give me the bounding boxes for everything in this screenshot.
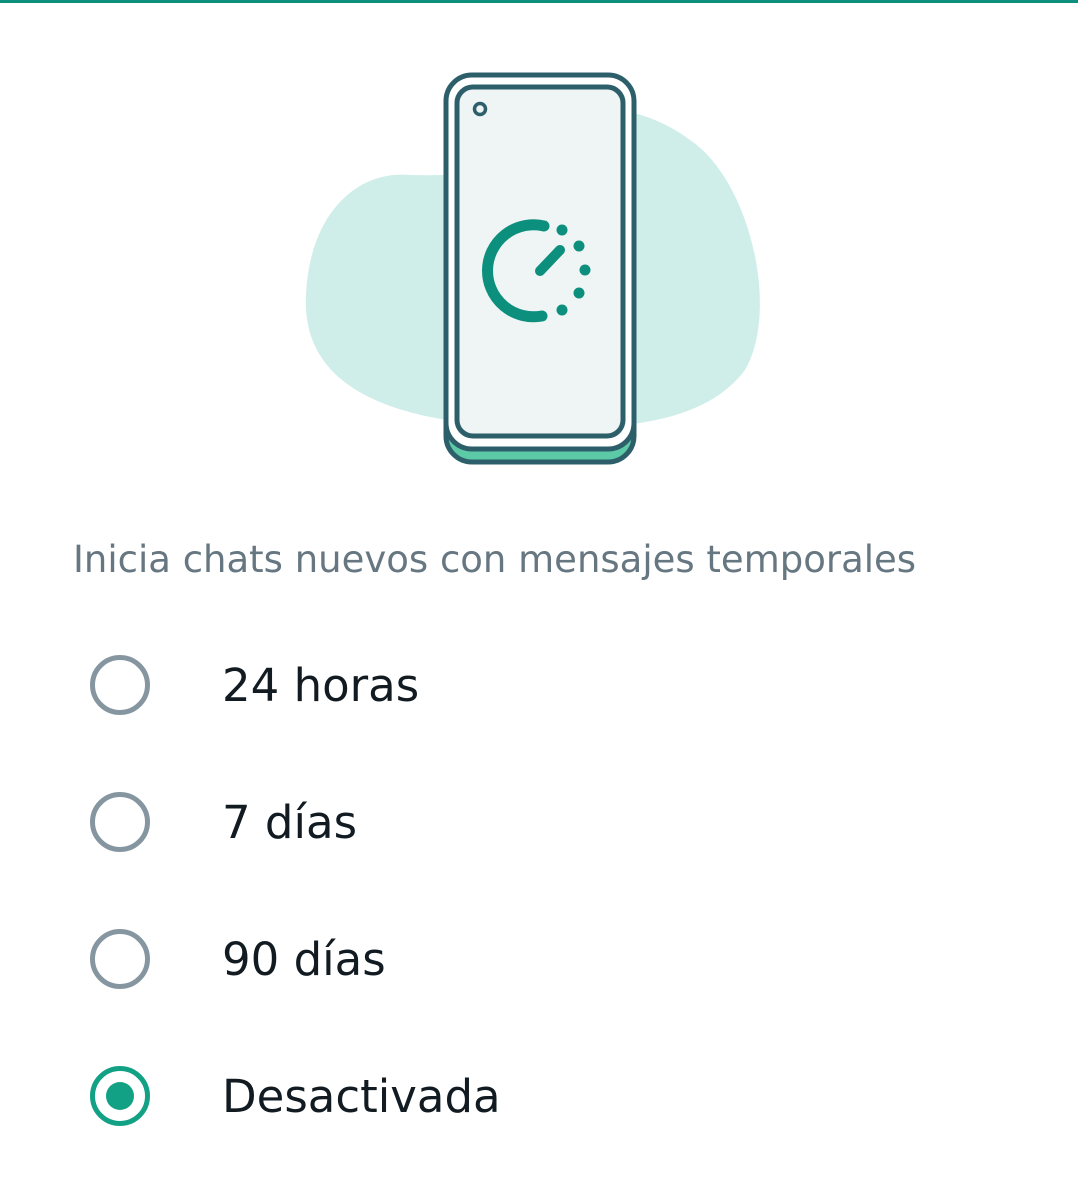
option-label: 24 horas <box>222 659 420 712</box>
option-label: 7 días <box>222 796 358 849</box>
radio-button-unchecked[interactable] <box>90 929 150 989</box>
radio-button-checked[interactable] <box>90 1066 150 1126</box>
top-divider <box>0 0 1078 3</box>
timer-phone-icon <box>305 72 760 465</box>
radio-selected-dot <box>106 1082 134 1110</box>
disappearing-messages-screen: Inicia chats nuevos con mensajes tempora… <box>0 0 1078 1184</box>
duration-radio-group: 24 horas 7 días 90 días Desactivada <box>0 616 1078 1164</box>
section-heading: Inicia chats nuevos con mensajes tempora… <box>73 538 917 581</box>
option-desactivada[interactable]: Desactivada <box>0 1027 1078 1164</box>
option-label: Desactivada <box>222 1070 501 1123</box>
option-7-dias[interactable]: 7 días <box>0 753 1078 890</box>
option-24-horas[interactable]: 24 horas <box>0 616 1078 753</box>
radio-button-unchecked[interactable] <box>90 792 150 852</box>
timer-phone-illustration <box>300 70 770 470</box>
radio-button-unchecked[interactable] <box>90 655 150 715</box>
option-label: 90 días <box>222 933 386 986</box>
option-90-dias[interactable]: 90 días <box>0 890 1078 1027</box>
